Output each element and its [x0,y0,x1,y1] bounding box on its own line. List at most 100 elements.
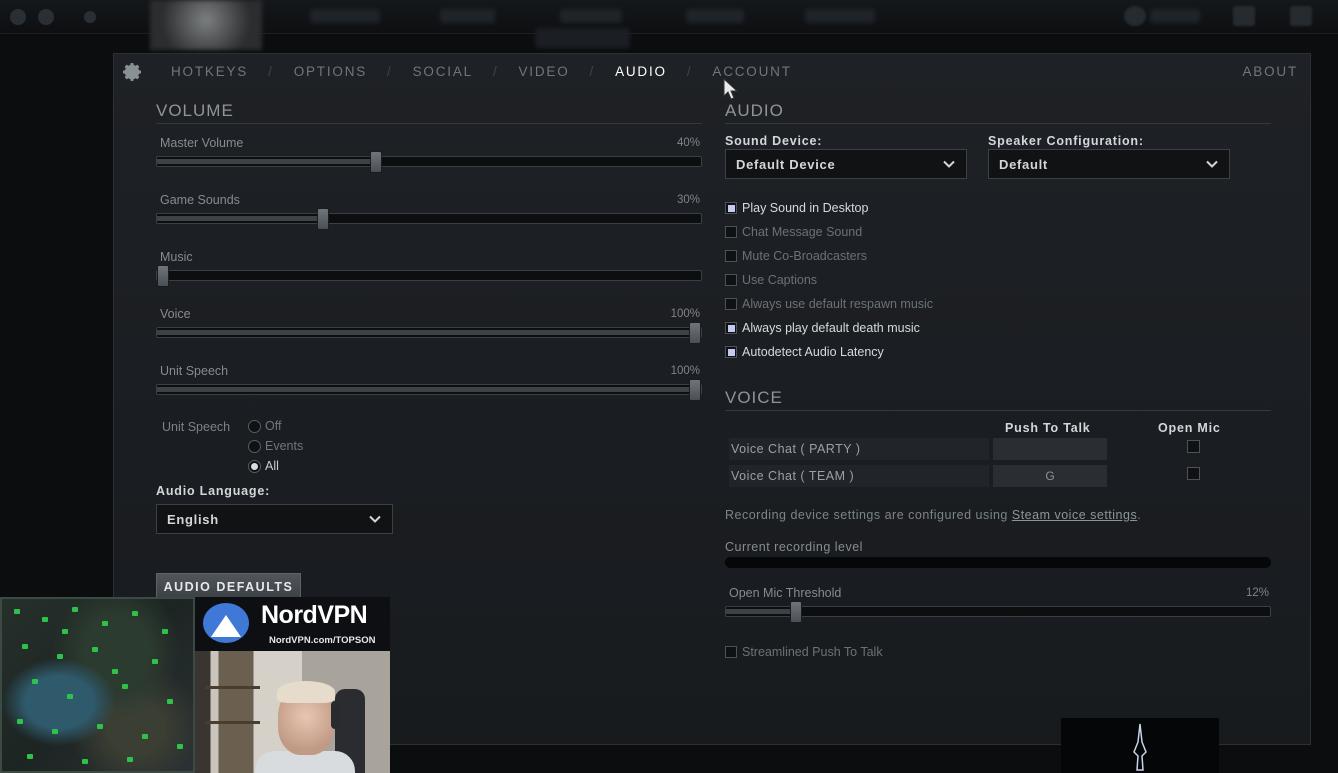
slider-label: Voice [160,307,191,321]
party-open-mic-checkbox[interactable] [1187,440,1200,453]
back-icon[interactable] [84,11,96,23]
audio-checkbox-row[interactable]: Mute Co-Broadcasters [725,249,867,263]
game-top-bar [0,0,1338,50]
tab-options[interactable]: OPTIONS [292,64,369,79]
audio-defaults-button[interactable]: AUDIO DEFAULTS [156,573,301,600]
checkbox[interactable] [725,226,737,238]
sound-device-dropdown[interactable]: Default Device [725,149,967,179]
slider-handle[interactable] [369,151,382,173]
minimap[interactable] [0,597,195,773]
slider-handle[interactable] [689,379,701,401]
audio-checkbox-row[interactable]: Use Captions [725,273,817,287]
checkbox-checked[interactable] [725,202,737,214]
audio-checkbox-row[interactable]: Autodetect Audio Latency [725,345,884,359]
speaker-config-value: Default [999,156,1048,172]
radio-label: Events [265,439,304,453]
checkbox-label: Always use default respawn music [742,297,934,311]
slider-label: Master Volume [160,136,244,150]
minimap-unit [32,679,38,684]
minimap-unit [152,659,158,664]
settings-icon[interactable] [38,9,54,25]
checkbox-checked[interactable] [725,346,737,358]
radio-events[interactable]: Events [248,439,303,453]
streamer-hair [277,681,335,703]
checkbox[interactable] [725,646,737,658]
radio-button-selected[interactable] [248,459,261,473]
audio-language-dropdown[interactable]: English [156,504,393,534]
checkbox[interactable] [725,274,737,286]
volume-slider[interactable] [156,208,702,230]
blurred-nav-item [310,9,380,23]
chat-icon[interactable] [1233,6,1255,26]
threshold-slider[interactable] [725,601,1271,623]
radio-button[interactable] [248,439,261,453]
volume-slider[interactable] [156,151,702,173]
radio-all[interactable]: All [248,459,279,473]
speaker-config-dropdown[interactable]: Default [988,149,1230,179]
tab-video[interactable]: VIDEO [517,64,572,79]
minimap-unit [177,744,183,749]
party-keybind[interactable] [993,438,1107,460]
divider [725,410,1271,411]
recording-level-bar [725,557,1271,568]
nav-separator: / [492,64,499,79]
sound-device-label: Sound Device: [725,134,823,148]
checkbox[interactable] [725,250,737,262]
minimap-unit [112,669,118,674]
radio-button[interactable] [248,419,261,433]
team-open-mic-checkbox[interactable] [1187,467,1200,480]
slider-fill [726,609,796,614]
tab-account[interactable]: ACCOUNT [710,64,793,79]
window-icon[interactable] [1290,6,1312,26]
recording-level-label: Current recording level [725,540,863,554]
audio-checkbox-row[interactable]: Always use default respawn music [725,297,933,311]
minimap-unit [132,611,138,616]
tab-audio[interactable]: AUDIO [613,64,669,79]
corner-overlay [1061,718,1219,773]
slider-handle[interactable] [789,601,802,623]
slider-fill [157,387,695,392]
profile-avatar[interactable] [1124,6,1146,26]
tab-social[interactable]: SOCIAL [411,64,475,79]
minimap-unit [92,647,98,652]
tab-about[interactable]: ABOUT [1242,64,1298,79]
chevron-down-icon [943,160,955,168]
team-keybind[interactable]: G [993,465,1107,487]
volume-slider[interactable] [156,265,702,287]
audio-checkbox-row[interactable]: Always play default death music [725,321,920,335]
radio-off[interactable]: Off [248,419,281,433]
slider-handle[interactable] [689,322,701,344]
checkbox-label: Play Sound in Desktop [742,201,869,215]
nav-separator: / [387,64,393,79]
tab-hotkeys[interactable]: HOTKEYS [169,64,250,79]
minimap-unit [67,694,73,699]
audio-language-value: English [167,511,219,527]
volume-slider[interactable] [156,322,702,344]
minimap-unit [162,629,168,634]
slider-handle[interactable] [316,208,329,230]
webcam-feed [195,651,390,773]
steam-voice-settings-link[interactable]: Steam voice settings [1012,508,1137,522]
menu-icon[interactable] [10,9,26,25]
volume-slider[interactable] [156,379,702,401]
chevron-down-icon [1206,160,1218,168]
minimap-unit [167,699,173,704]
checkbox[interactable] [725,298,737,310]
slider-fill [157,159,376,164]
audio-checkbox-row[interactable]: Chat Message Sound [725,225,862,239]
slider-handle[interactable] [157,265,169,287]
streamlined-ptt-row[interactable]: Streamlined Push To Talk [725,645,883,659]
audio-checkbox-row[interactable]: Play Sound in Desktop [725,201,868,215]
minimap-unit [72,607,78,612]
checkbox-checked[interactable] [725,322,737,334]
minimap-unit [142,734,148,739]
minimap-unit [62,629,68,634]
blurred-nav-item [440,9,495,23]
speaker-config-label: Speaker Configuration: [988,134,1144,148]
slider-fill [157,216,323,221]
gear-icon[interactable] [120,60,144,84]
minimap-unit [102,621,108,626]
recording-info: Recording device settings are configured… [725,508,1141,522]
minimap-unit [122,684,128,689]
nordvpn-brand: NordVPN [261,601,368,629]
